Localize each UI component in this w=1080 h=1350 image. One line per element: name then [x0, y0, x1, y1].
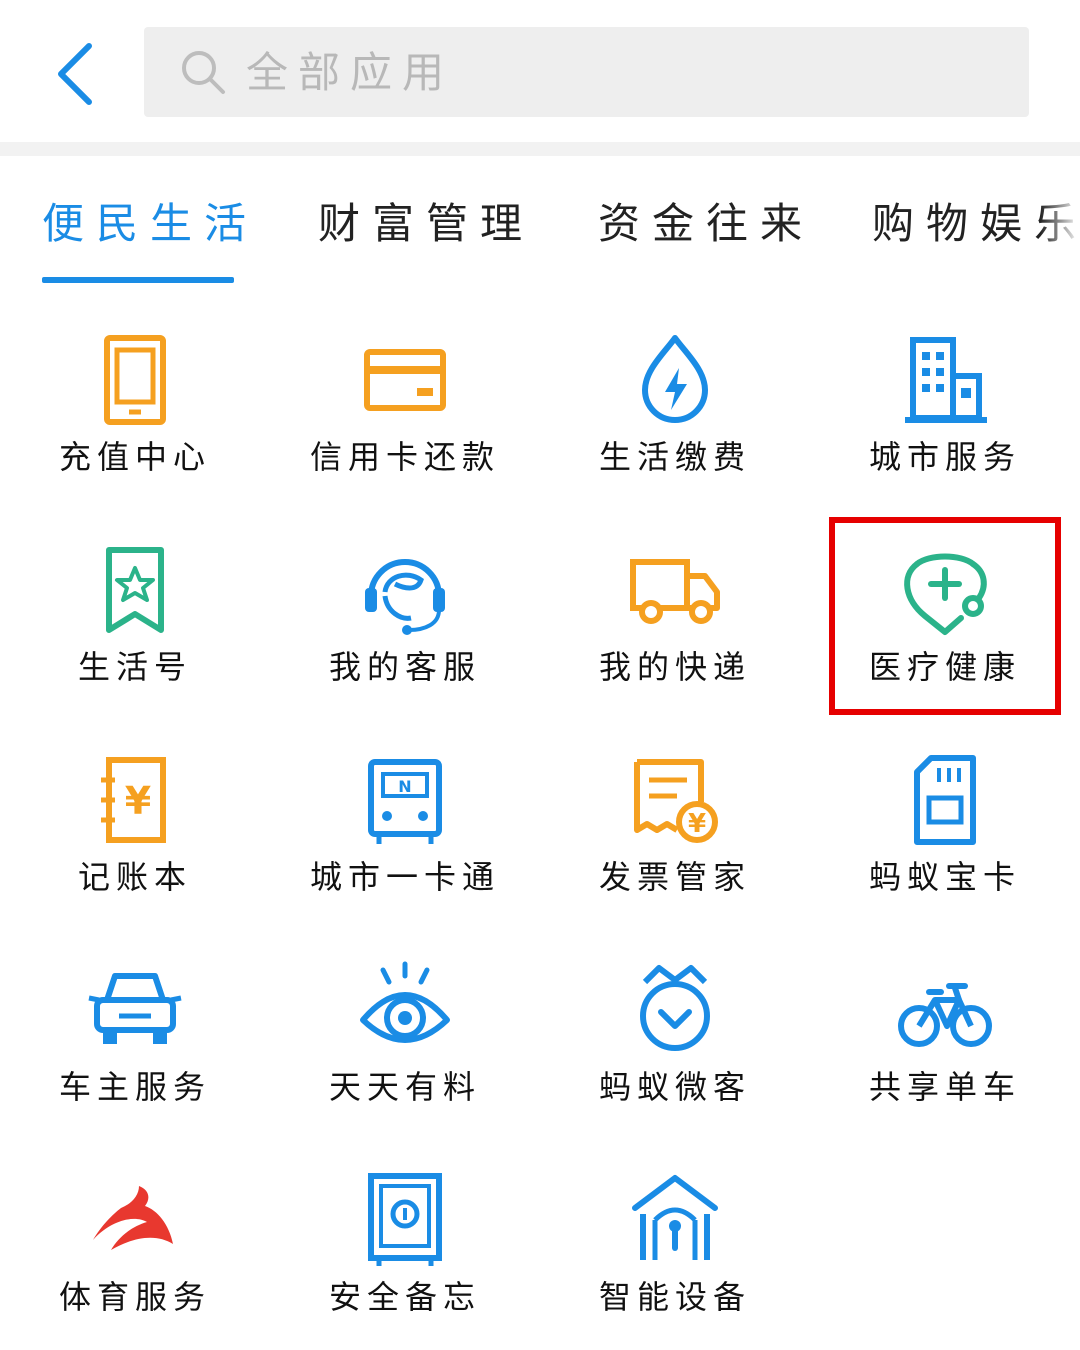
tabs-fade	[1040, 156, 1080, 286]
app-label: 信用卡还款	[309, 438, 500, 476]
app-label: 蚂蚁宝卡	[868, 858, 1021, 896]
app-city-transit-card[interactable]: N 城市一卡通	[270, 706, 540, 916]
app-shared-bike[interactable]: 共享单车	[810, 916, 1080, 1126]
app-smart-devices[interactable]: 智能设备	[540, 1126, 810, 1336]
svg-text:¥: ¥	[125, 779, 151, 823]
category-tabs: 便民生活 财富管理 资金往来 购物娱乐	[0, 156, 1080, 286]
stethoscope-icon	[895, 540, 995, 640]
building-icon	[895, 330, 995, 430]
sim-card-icon	[895, 750, 995, 850]
app-label: 我的客服	[328, 648, 481, 686]
svg-text:¥: ¥	[688, 809, 706, 839]
section-divider	[0, 142, 1080, 156]
bookmark-star-icon	[85, 540, 185, 640]
app-ant-micro-guest[interactable]: 蚂蚁微客	[540, 916, 810, 1126]
app-credit-card-repayment[interactable]: 信用卡还款	[270, 286, 540, 496]
shield-check-icon	[625, 960, 725, 1060]
app-account-book[interactable]: ¥ 记账本	[0, 706, 270, 916]
app-label: 天天有料	[328, 1068, 481, 1106]
bicycle-icon	[895, 960, 995, 1060]
app-label: 蚂蚁微客	[598, 1068, 751, 1106]
app-daily-news[interactable]: 天天有料	[270, 916, 540, 1126]
delivery-truck-icon	[625, 540, 725, 640]
safe-icon	[355, 1170, 455, 1270]
svg-text:N: N	[398, 777, 411, 796]
app-label: 我的快递	[598, 648, 751, 686]
ledger-yuan-icon: ¥	[85, 750, 185, 850]
app-label: 医疗健康	[868, 648, 1021, 686]
app-city-services[interactable]: 城市服务	[810, 286, 1080, 496]
eye-icon	[355, 960, 455, 1060]
app-security-memo[interactable]: 安全备忘	[270, 1126, 540, 1336]
app-label: 生活缴费	[598, 438, 751, 476]
app-label: 智能设备	[598, 1278, 751, 1316]
app-car-owner-services[interactable]: 车主服务	[0, 916, 270, 1126]
transit-card-icon: N	[355, 750, 455, 850]
app-label: 城市服务	[868, 438, 1021, 476]
search-input[interactable]	[246, 42, 946, 102]
headset-icon	[355, 540, 455, 640]
app-label: 车主服务	[58, 1068, 211, 1106]
app-recharge-center[interactable]: 充值中心	[0, 286, 270, 496]
app-label: 记账本	[77, 858, 192, 896]
app-utility-payment[interactable]: 生活缴费	[540, 286, 810, 496]
chevron-left-icon	[58, 43, 92, 105]
app-label: 共享单车	[868, 1068, 1021, 1106]
header	[0, 0, 1080, 142]
invoice-icon: ¥	[625, 750, 725, 850]
app-label: 发票管家	[598, 858, 751, 896]
active-tab-indicator	[42, 277, 234, 283]
app-label: 体育服务	[58, 1278, 211, 1316]
app-label: 安全备忘	[328, 1278, 481, 1316]
tab-convenience-life[interactable]: 便民生活	[42, 190, 258, 250]
search-bar[interactable]	[144, 27, 1029, 117]
utility-drop-icon	[625, 330, 725, 430]
app-life-account[interactable]: 生活号	[0, 496, 270, 706]
app-label: 充值中心	[58, 438, 211, 476]
car-icon	[85, 960, 185, 1060]
app-my-customer-service[interactable]: 我的客服	[270, 496, 540, 706]
back-button[interactable]	[40, 36, 110, 112]
app-label: 生活号	[77, 648, 192, 686]
smart-home-icon	[625, 1170, 725, 1270]
sports-swoosh-icon	[85, 1170, 185, 1270]
app-label: 城市一卡通	[309, 858, 500, 896]
phone-recharge-icon	[85, 330, 185, 430]
search-icon	[180, 47, 230, 97]
tab-wealth-management[interactable]: 财富管理	[318, 190, 534, 250]
tab-funds-transfer[interactable]: 资金往来	[598, 190, 814, 250]
app-my-express[interactable]: 我的快递	[540, 496, 810, 706]
credit-card-icon	[355, 330, 455, 430]
app-medical-health[interactable]: 医疗健康	[810, 496, 1080, 706]
app-sports-services[interactable]: 体育服务	[0, 1126, 270, 1336]
app-invoice-manager[interactable]: ¥ 发票管家	[540, 706, 810, 916]
app-ant-sim-card[interactable]: 蚂蚁宝卡	[810, 706, 1080, 916]
